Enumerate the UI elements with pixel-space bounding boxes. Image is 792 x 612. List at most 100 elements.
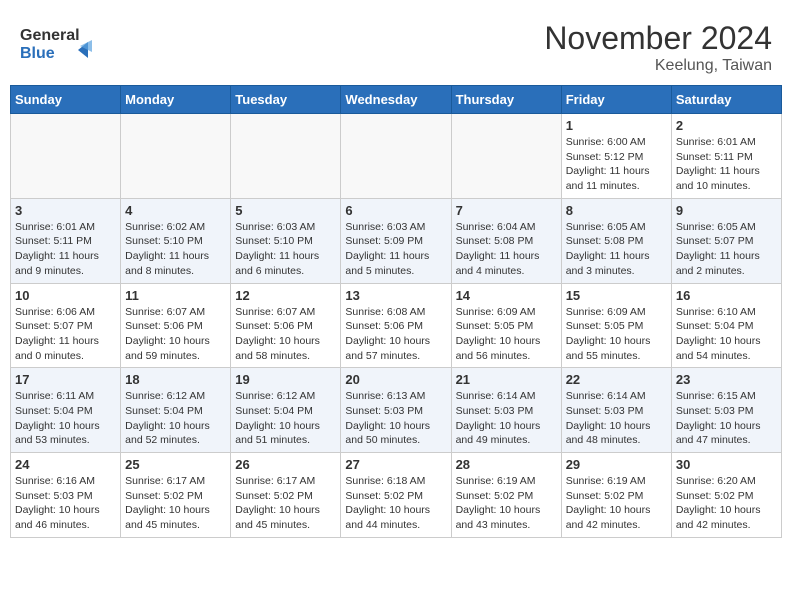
logo-text: General Blue <box>20 20 100 70</box>
calendar-cell: 24 Sunrise: 6:16 AMSunset: 5:03 PMDayligh… <box>11 453 121 538</box>
calendar-cell: 9Sunrise: 6:05 AMSunset: 5:07 PMDaylight… <box>671 198 781 283</box>
calendar-cell: 8 Sunrise: 6:05 AMSunset: 5:08 PMDaylight… <box>561 198 671 283</box>
day-info: Sunrise: 6:17 AMSunset: 5:02 PMDaylight:… <box>125 474 226 533</box>
day-info: Sunrise: 6:02 AMSunset: 5:10 PMDaylight:… <box>125 220 226 279</box>
page-header: General Blue November 2024 Keelung, Taiw… <box>10 10 782 80</box>
calendar-cell: 28 Sunrise: 6:19 AMSunset: 5:02 PMDayligh… <box>451 453 561 538</box>
day-info: Sunrise: 6:19 AMSunset: 5:02 PMDaylight:… <box>456 474 557 533</box>
calendar-cell: 21 Sunrise: 6:14 AMSunset: 5:03 PMDayligh… <box>451 368 561 453</box>
day-number: 15 <box>566 288 667 303</box>
calendar-cell: 6 Sunrise: 6:03 AMSunset: 5:09 PMDaylight… <box>341 198 451 283</box>
calendar-cell <box>11 114 121 199</box>
calendar-cell: 16 Sunrise: 6:10 AMSunset: 5:04 PMDayligh… <box>671 283 781 368</box>
svg-text:General: General <box>20 27 80 44</box>
calendar-cell: 30 Sunrise: 6:20 AMSunset: 5:02 PMDayligh… <box>671 453 781 538</box>
day-number: 4 <box>125 203 226 218</box>
day-number: 2 <box>676 118 777 133</box>
day-info: Sunrise: 6:07 AMSunset: 5:06 PMDaylight:… <box>235 305 336 364</box>
calendar-week-row: 1 Sunrise: 6:00 AMSunset: 5:12 PMDaylight… <box>11 114 782 199</box>
day-info: Sunrise: 6:01 AMSunset: 5:11 PMDaylight:… <box>15 220 116 279</box>
day-number: 3 <box>15 203 116 218</box>
calendar-cell <box>341 114 451 199</box>
day-number: 16 <box>676 288 777 303</box>
day-info: Sunrise: 6:05 AMSunset: 5:08 PMDaylight:… <box>566 220 667 279</box>
calendar-cell: 2 Sunrise: 6:01 AMSunset: 5:11 PMDaylight… <box>671 114 781 199</box>
day-number: 23 <box>676 372 777 387</box>
calendar-cell: 15 Sunrise: 6:09 AMSunset: 5:05 PMDayligh… <box>561 283 671 368</box>
day-info: Sunrise: 6:06 AMSunset: 5:07 PMDaylight:… <box>15 305 116 364</box>
day-number: 18 <box>125 372 226 387</box>
calendar-week-row: 24 Sunrise: 6:16 AMSunset: 5:03 PMDayligh… <box>11 453 782 538</box>
svg-text:Blue: Blue <box>20 45 55 62</box>
day-info: Sunrise: 6:12 AMSunset: 5:04 PMDaylight:… <box>235 389 336 448</box>
day-number: 12 <box>235 288 336 303</box>
day-number: 17 <box>15 372 116 387</box>
day-number: 27 <box>345 457 446 472</box>
day-info: Sunrise: 6:14 AMSunset: 5:03 PMDaylight:… <box>566 389 667 448</box>
day-number: 5 <box>235 203 336 218</box>
title-area: November 2024 Keelung, Taiwan <box>544 20 772 75</box>
day-info: Sunrise: 6:14 AMSunset: 5:03 PMDaylight:… <box>456 389 557 448</box>
calendar-cell: 5Sunrise: 6:03 AMSunset: 5:10 PMDaylight… <box>231 198 341 283</box>
day-info: Sunrise: 6:00 AMSunset: 5:12 PMDaylight:… <box>566 135 667 194</box>
calendar-cell: 13 Sunrise: 6:08 AMSunset: 5:06 PMDayligh… <box>341 283 451 368</box>
weekday-header: Saturday <box>671 86 781 114</box>
calendar-cell: 10 Sunrise: 6:06 AMSunset: 5:07 PMDayligh… <box>11 283 121 368</box>
weekday-header: Friday <box>561 86 671 114</box>
day-info: Sunrise: 6:10 AMSunset: 5:04 PMDaylight:… <box>676 305 777 364</box>
calendar-week-row: 17Sunrise: 6:11 AMSunset: 5:04 PMDayligh… <box>11 368 782 453</box>
logo: General Blue <box>20 20 100 70</box>
calendar-cell <box>121 114 231 199</box>
calendar-cell: 3 Sunrise: 6:01 AMSunset: 5:11 PMDaylight… <box>11 198 121 283</box>
calendar-cell: 4 Sunrise: 6:02 AMSunset: 5:10 PMDaylight… <box>121 198 231 283</box>
day-info: Sunrise: 6:20 AMSunset: 5:02 PMDaylight:… <box>676 474 777 533</box>
day-info: Sunrise: 6:04 AMSunset: 5:08 PMDaylight:… <box>456 220 557 279</box>
day-number: 25 <box>125 457 226 472</box>
day-number: 13 <box>345 288 446 303</box>
day-number: 21 <box>456 372 557 387</box>
calendar-header-row: SundayMondayTuesdayWednesdayThursdayFrid… <box>11 86 782 114</box>
day-info: Sunrise: 6:19 AMSunset: 5:02 PMDaylight:… <box>566 474 667 533</box>
weekday-header: Thursday <box>451 86 561 114</box>
day-number: 9 <box>676 203 777 218</box>
day-number: 7 <box>456 203 557 218</box>
day-info: Sunrise: 6:09 AMSunset: 5:05 PMDaylight:… <box>566 305 667 364</box>
calendar-cell <box>451 114 561 199</box>
location: Keelung, Taiwan <box>544 57 772 75</box>
day-info: Sunrise: 6:01 AMSunset: 5:11 PMDaylight:… <box>676 135 777 194</box>
day-number: 19 <box>235 372 336 387</box>
day-info: Sunrise: 6:17 AMSunset: 5:02 PMDaylight:… <box>235 474 336 533</box>
day-number: 14 <box>456 288 557 303</box>
day-number: 10 <box>15 288 116 303</box>
day-number: 28 <box>456 457 557 472</box>
day-number: 1 <box>566 118 667 133</box>
day-number: 29 <box>566 457 667 472</box>
calendar-cell: 17Sunrise: 6:11 AMSunset: 5:04 PMDayligh… <box>11 368 121 453</box>
day-info: Sunrise: 6:12 AMSunset: 5:04 PMDaylight:… <box>125 389 226 448</box>
weekday-header: Tuesday <box>231 86 341 114</box>
calendar-cell: 18 Sunrise: 6:12 AMSunset: 5:04 PMDayligh… <box>121 368 231 453</box>
calendar-cell: 11 Sunrise: 6:07 AMSunset: 5:06 PMDayligh… <box>121 283 231 368</box>
calendar-cell: 12 Sunrise: 6:07 AMSunset: 5:06 PMDayligh… <box>231 283 341 368</box>
day-info: Sunrise: 6:08 AMSunset: 5:06 PMDaylight:… <box>345 305 446 364</box>
day-info: Sunrise: 6:16 AMSunset: 5:03 PMDaylight:… <box>15 474 116 533</box>
weekday-header: Wednesday <box>341 86 451 114</box>
day-number: 30 <box>676 457 777 472</box>
day-number: 11 <box>125 288 226 303</box>
weekday-header: Sunday <box>11 86 121 114</box>
day-info: Sunrise: 6:07 AMSunset: 5:06 PMDaylight:… <box>125 305 226 364</box>
month-title: November 2024 <box>544 20 772 57</box>
calendar-cell <box>231 114 341 199</box>
day-number: 24 <box>15 457 116 472</box>
weekday-header: Monday <box>121 86 231 114</box>
day-number: 8 <box>566 203 667 218</box>
day-number: 6 <box>345 203 446 218</box>
day-info: Sunrise: 6:18 AMSunset: 5:02 PMDaylight:… <box>345 474 446 533</box>
calendar-cell: 14 Sunrise: 6:09 AMSunset: 5:05 PMDayligh… <box>451 283 561 368</box>
calendar-cell: 27 Sunrise: 6:18 AMSunset: 5:02 PMDayligh… <box>341 453 451 538</box>
day-info: Sunrise: 6:03 AMSunset: 5:09 PMDaylight:… <box>345 220 446 279</box>
calendar-cell: 22Sunrise: 6:14 AMSunset: 5:03 PMDayligh… <box>561 368 671 453</box>
day-info: Sunrise: 6:15 AMSunset: 5:03 PMDaylight:… <box>676 389 777 448</box>
day-number: 20 <box>345 372 446 387</box>
day-info: Sunrise: 6:09 AMSunset: 5:05 PMDaylight:… <box>456 305 557 364</box>
